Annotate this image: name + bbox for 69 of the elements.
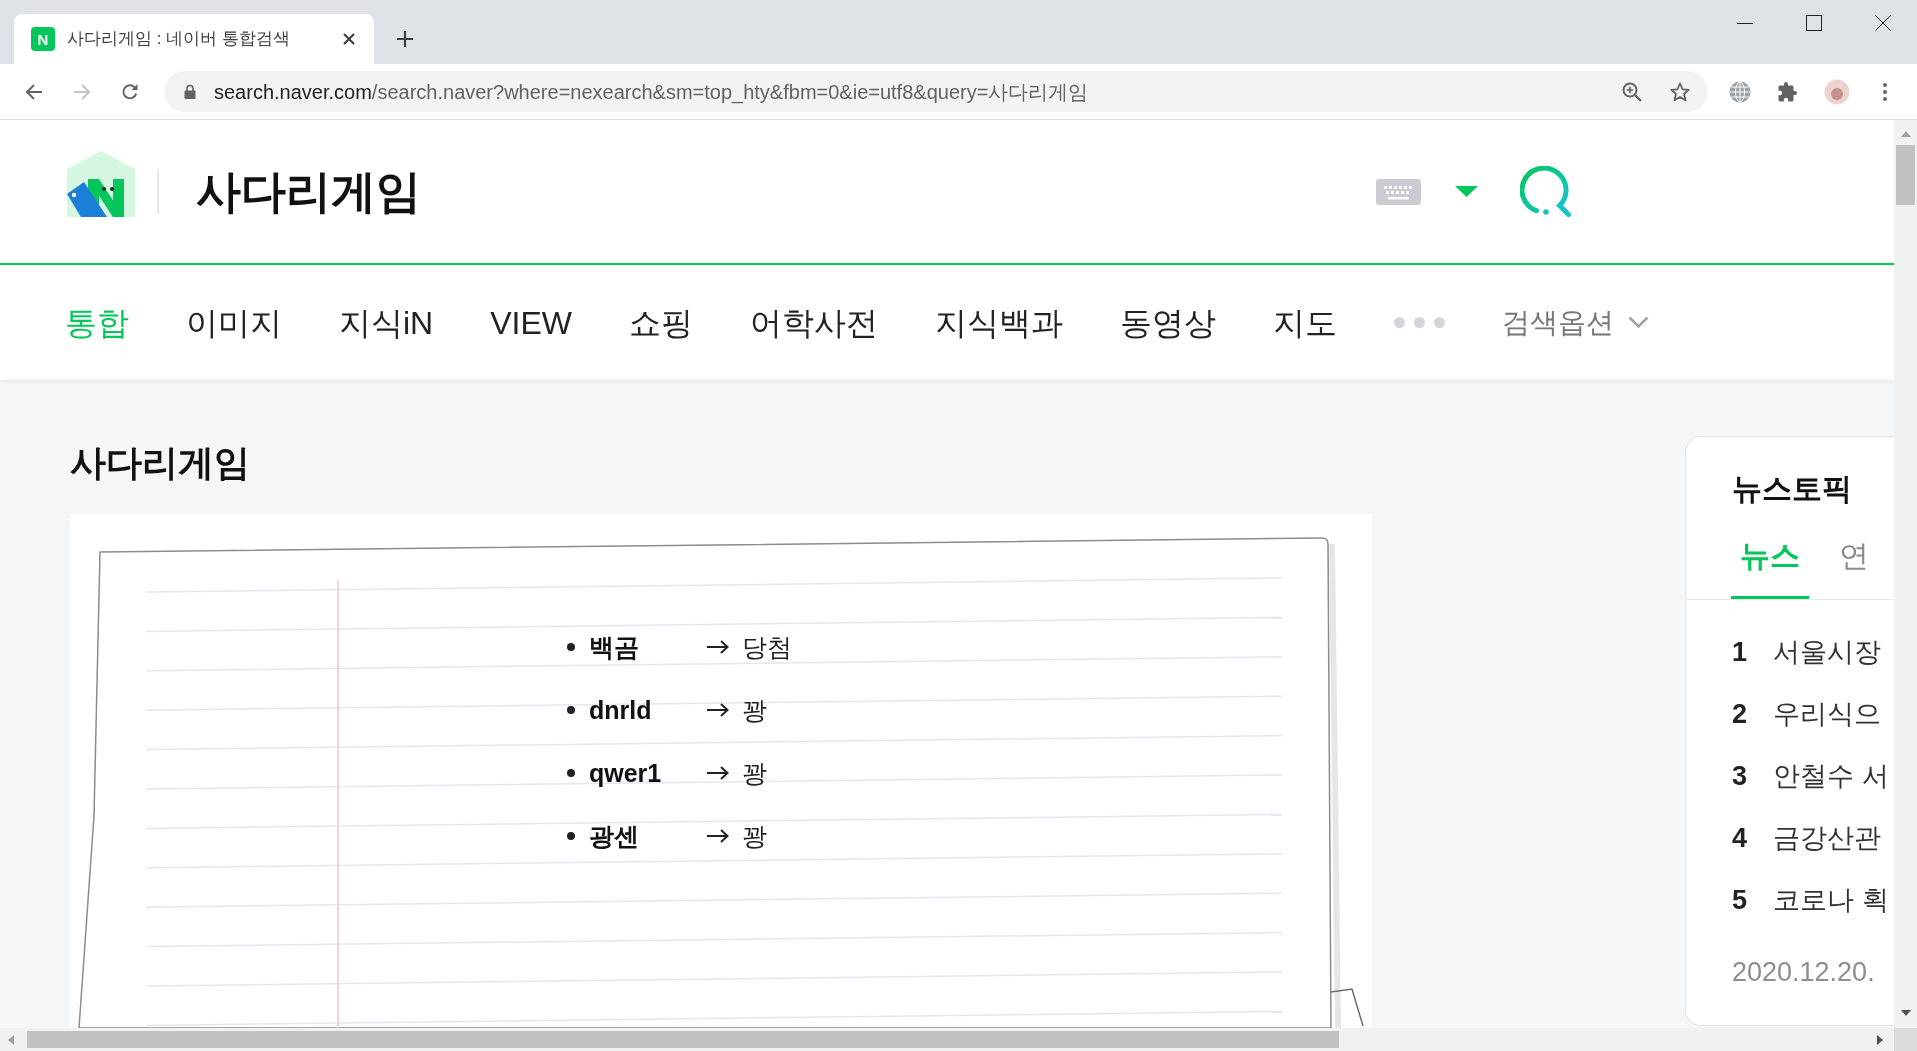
back-arrow-icon[interactable] [25,82,43,101]
right-arrow-icon [706,765,729,780]
scroll-right-arrow-icon[interactable] [1877,1034,1883,1045]
scrollbar-thumb[interactable] [27,1031,1339,1048]
right-arrow-icon [706,639,729,654]
headline-link[interactable]: 코로나 획 [1773,884,1889,916]
headline-link[interactable]: 서울시장 [1773,636,1881,668]
headline-link[interactable]: 금강산관 [1773,822,1881,854]
headline-link[interactable]: 안철수 서 [1773,760,1889,792]
rank-number: 3 [1732,760,1748,792]
nav-tab[interactable]: 쇼핑 [629,302,693,343]
address-bar[interactable]: search.naver.com/search.naver?where=nexearch&sm=top_hty&fbm=0&ie=utf8&query=사다리게임 [164,71,1708,112]
nav-tab[interactable]: 어학사전 [750,302,878,343]
browser-tab[interactable]: N 사다리게임 : 네이버 통합검색 [14,14,374,64]
globe-icon[interactable] [1729,80,1751,103]
horizontal-scrollbar[interactable] [0,1028,1894,1051]
nav-tab[interactable]: 지식백과 [935,302,1063,343]
entry-outcome: 당첨 [742,631,792,662]
scroll-down-arrow-icon[interactable] [1900,1010,1911,1016]
search-options-button[interactable]: 검색옵션 [1502,304,1649,341]
scroll-up-arrow-icon[interactable] [1900,131,1911,137]
bullet-icon [567,831,575,840]
more-menu-icon[interactable] [1883,82,1887,101]
scrollbar-thumb[interactable] [1896,145,1915,205]
rank-number: 5 [1732,884,1748,916]
entry-name: 광센 [589,820,639,851]
logo-icon[interactable] [67,151,135,217]
headline-link[interactable]: 우리식으 [1773,698,1881,730]
nav-tab[interactable]: 지도 [1273,302,1337,343]
tab-title: 사다리게임 : 네이버 통합검색 [67,28,290,50]
rank-number: 2 [1732,698,1748,730]
chevron-down-icon [1628,316,1649,329]
caret-icon[interactable] [1455,186,1478,197]
entry-name: dnrld [589,694,652,725]
entry-outcome: 꽝 [742,757,767,788]
zoom-in-icon[interactable] [1622,81,1642,102]
nav-tab[interactable]: 이미지 [186,302,282,343]
entry-outcome: 꽝 [742,694,767,725]
scrollbar-corner [1894,1028,1917,1051]
bullet-icon [567,705,575,714]
lock-icon [184,84,196,99]
close-icon[interactable] [1875,15,1891,31]
nav-tab[interactable]: 동영상 [1120,302,1216,343]
reload-icon[interactable] [121,82,139,101]
avatar-icon[interactable] [1824,78,1850,105]
card-title: 뉴스토픽 [1732,471,1852,507]
puzzle-icon[interactable] [1778,81,1798,102]
search-icon[interactable] [1520,166,1572,217]
rank-number: 4 [1732,822,1748,854]
favicon: N [31,27,55,51]
rank-number: 1 [1732,636,1748,668]
scroll-left-arrow-icon[interactable] [8,1034,14,1045]
close-icon[interactable] [343,33,355,45]
nav-tab[interactable]: VIEW [490,302,572,343]
url-text: search.naver.com/search.naver?where=nexearch&sm=top_hty&fbm=0&ie=utf8&query=사다리게임 [214,79,1089,105]
entry-name: qwer1 [589,757,662,788]
plus-icon[interactable] [396,30,414,48]
date-text: 2020.12.20. [1732,956,1875,989]
nav-tab[interactable]: 지식iN [339,302,434,343]
maximize-icon[interactable] [1806,15,1822,31]
star-icon[interactable] [1670,81,1690,102]
bullet-icon [567,768,575,777]
entry-name: 백곰 [589,631,639,662]
vertical-scrollbar[interactable] [1894,120,1917,1028]
bullet-icon [567,642,575,651]
right-arrow-icon [706,702,729,717]
right-arrow-icon [706,828,729,843]
section-title: 사다리게임 [70,443,250,483]
entry-outcome: 꽝 [742,820,767,851]
